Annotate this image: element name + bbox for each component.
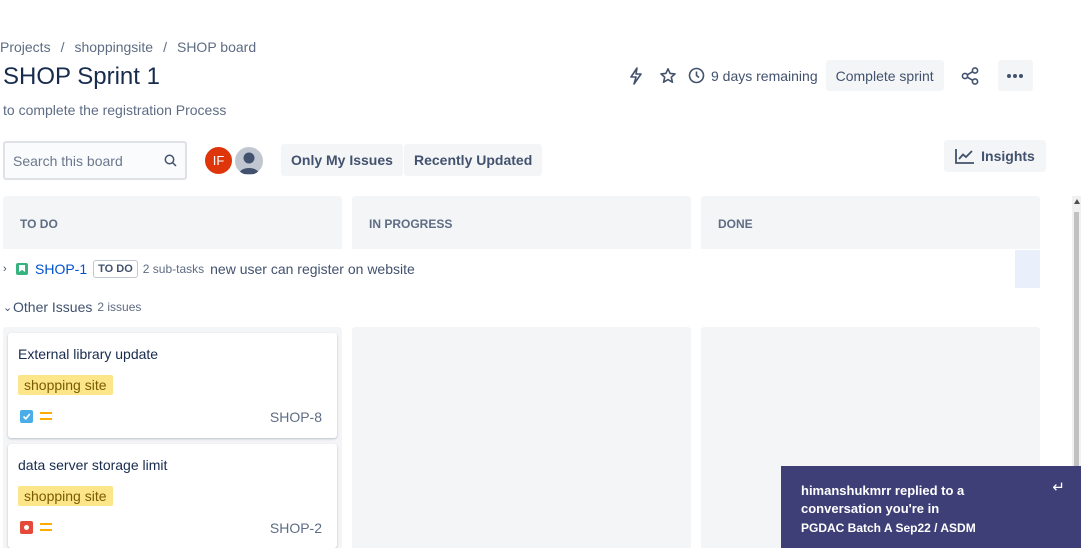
medium-priority-icon [40,522,52,532]
other-issues-toggle[interactable]: ⌄ Other Issues 2 issues [3,299,141,315]
issue-summary: new user can register on website [210,261,415,277]
card-key[interactable]: SHOP-8 [270,409,322,425]
subtask-count: 2 sub-tasks [142,262,205,276]
card-title: data server storage limit [18,457,168,473]
share-icon[interactable] [954,60,986,91]
recently-updated-filter[interactable]: Recently Updated [404,144,543,176]
status-badge: TO DO [93,260,138,278]
bug-icon [20,521,33,534]
more-icon [1007,73,1024,78]
card-label: shopping site [18,486,113,506]
chevron-right-icon[interactable]: › [3,263,13,275]
issue-key-link[interactable]: SHOP-1 [35,261,87,277]
notification-toast[interactable]: himanshukmrr replied to a conversation y… [781,466,1081,548]
star-icon[interactable] [652,60,684,91]
days-remaining-text: 9 days remaining [711,67,818,84]
breadcrumb-project[interactable]: shoppingsite [74,39,153,55]
column-in-progress [352,327,691,548]
reply-icon[interactable]: ↵ [1052,478,1065,496]
clock-icon [688,67,705,84]
breadcrumb-board[interactable]: SHOP board [177,39,256,55]
breadcrumb-separator: / [60,39,65,55]
breadcrumb-separator: / [163,39,167,55]
sprint-actions: 9 days remaining Complete sprint [620,60,1033,91]
chart-icon [955,149,975,164]
avatar[interactable]: IF [203,145,234,176]
other-issues-label: Other Issues [13,299,93,315]
sprint-goal: to complete the registration Process [3,102,227,118]
chevron-down-icon: ⌄ [3,301,13,314]
card-label: shopping site [18,375,113,395]
page-title: SHOP Sprint 1 [3,63,160,90]
other-issues-count: 2 issues [97,300,142,314]
more-actions-button[interactable] [997,60,1033,91]
search-placeholder: Search this board [13,152,123,169]
swimlane-shop-1[interactable]: › SHOP-1 TO DO 2 sub-tasks new user can … [3,250,1040,288]
medium-priority-icon [40,411,52,421]
search-icon [164,154,177,167]
notification-subtitle: PGDAC Batch A Sep22 / ASDM [801,521,976,535]
search-input[interactable]: Search this board [3,141,187,180]
story-icon [16,263,28,275]
column-header-in-progress: IN PROGRESS [352,196,691,249]
only-my-issues-filter[interactable]: Only My Issues [281,144,403,176]
days-remaining: 9 days remaining [688,67,818,84]
scrollbar-thumb[interactable] [1074,212,1079,466]
issue-card[interactable]: data server storage limit shopping site … [8,444,337,548]
automation-icon[interactable] [620,60,652,91]
insights-button[interactable]: Insights [944,140,1046,172]
user-avatar-icon[interactable] [233,145,265,177]
breadcrumb-projects[interactable]: Projects [0,39,51,55]
task-icon [20,410,33,423]
breadcrumb: Projects / shoppingsite / SHOP board [0,39,256,55]
notification-title: himanshukmrr replied to a conversation y… [801,483,965,516]
card-key[interactable]: SHOP-2 [270,520,322,536]
insights-label: Insights [981,148,1035,164]
complete-sprint-button[interactable]: Complete sprint [825,60,944,91]
swimlane-highlight [1015,250,1040,288]
card-title: External library update [18,346,159,362]
column-header-done: DONE [701,196,1040,249]
issue-card[interactable]: External library update shopping site SH… [8,333,337,438]
scroll-up-icon[interactable] [1074,199,1080,204]
column-header-todo: TO DO [3,196,342,249]
